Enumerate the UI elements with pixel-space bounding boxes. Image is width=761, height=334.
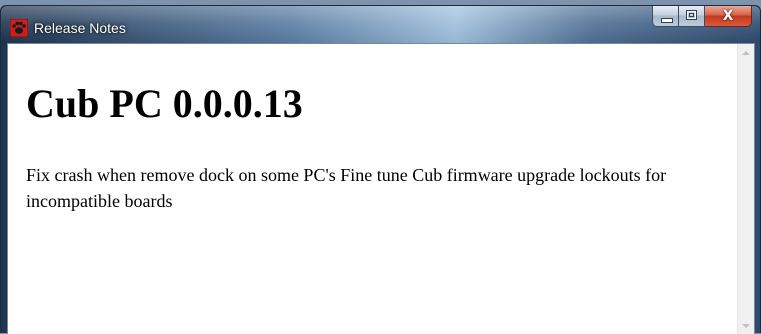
close-icon: X	[722, 8, 734, 24]
window-title: Release Notes	[34, 20, 126, 36]
scroll-up-button[interactable]	[738, 44, 754, 61]
minimize-button[interactable]	[652, 6, 679, 27]
caption-buttons: X	[652, 6, 752, 27]
scroll-down-arrow-icon	[742, 323, 750, 328]
vertical-scrollbar[interactable]	[737, 44, 754, 334]
close-button[interactable]: X	[705, 6, 752, 27]
release-notes-text: Fix crash when remove dock on some PC's …	[26, 165, 667, 211]
notes-content: Cub PC 0.0.0.13 Fix crash when remove do…	[8, 44, 738, 334]
scroll-up-arrow-icon	[742, 50, 750, 55]
release-notes-pane: Cub PC 0.0.0.13 Fix crash when remove do…	[7, 43, 755, 334]
maximize-button[interactable]	[679, 6, 705, 27]
scroll-down-button[interactable]	[738, 317, 754, 334]
minimize-icon	[661, 18, 673, 23]
release-version-heading: Cub PC 0.0.0.13	[26, 81, 303, 126]
paw-icon[interactable]	[9, 18, 29, 38]
release-notes-window: Release Notes X Cub PC 0.0.0.13 Fix cras…	[0, 5, 761, 334]
maximize-icon	[686, 10, 697, 20]
title-bar[interactable]: Release Notes X	[1, 6, 760, 43]
